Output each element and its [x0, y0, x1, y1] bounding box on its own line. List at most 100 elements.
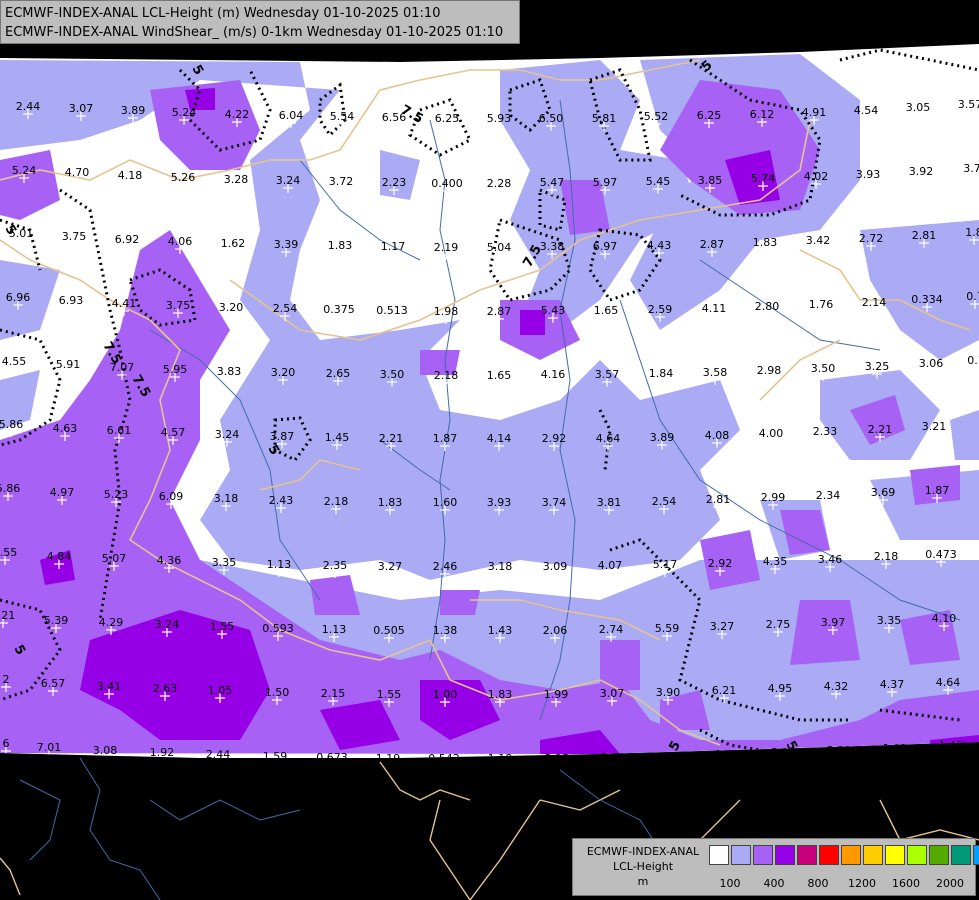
station-value: 3.57 [958, 98, 979, 111]
legend-source: ECMWF-INDEX-ANAL [586, 845, 700, 858]
legend-swatch [841, 845, 861, 865]
legend-swatch [863, 845, 883, 865]
station-value: 6.12 [750, 108, 775, 121]
station-value: 5.24 [12, 164, 37, 177]
station-value: 3.75 [62, 230, 87, 243]
station-value: 2.99 [761, 491, 786, 504]
legend-swatch [797, 845, 817, 865]
station-value: 1.84 [649, 367, 674, 380]
station-value: 6.97 [593, 240, 618, 253]
legend-swatch [973, 845, 979, 865]
station-value: 1.05 [208, 684, 233, 697]
station-value: 6.93 [59, 294, 84, 307]
legend-tick: 1200 [848, 877, 876, 890]
station-value: 3.89 [650, 431, 675, 444]
station-value: 2.18 [874, 550, 899, 563]
station-value: 1.83 [328, 239, 353, 252]
station-value: 0.593 [262, 622, 294, 635]
station-value: 0.400 [431, 177, 463, 190]
station-value: 3.93 [856, 168, 881, 181]
station-value: 1.43 [488, 624, 513, 637]
color-legend: ECMWF-INDEX-ANAL LCL-Height m 100 400 80… [572, 838, 979, 896]
station-value: 1.55 [377, 688, 402, 701]
station-value: 2.54 [273, 302, 298, 315]
station-value: 2.21 [379, 432, 404, 445]
station-value: 5.47 [540, 176, 565, 189]
station-value: 1.55 [210, 620, 235, 633]
station-value: 2.59 [648, 303, 673, 316]
legend-swatch [753, 845, 773, 865]
station-value: 3.57 [595, 368, 620, 381]
station-value: 3.06 [919, 357, 944, 370]
legend-units: m [637, 875, 649, 888]
station-value: 3.09 [543, 560, 568, 573]
station-value: 1.17 [381, 240, 406, 253]
station-value: 6.56 [382, 111, 407, 124]
station-value: 1.83 [488, 688, 513, 701]
station-value: 0.7 [966, 290, 979, 303]
station-value: 2.65 [326, 367, 351, 380]
station-value: 2.21 [868, 423, 893, 436]
station-value: 6.57 [41, 677, 66, 690]
station-value: 4.07 [598, 559, 623, 572]
station-value: 2.34 [816, 489, 841, 502]
station-value: 4.55 [2, 355, 27, 368]
legend-swatch [819, 845, 839, 865]
station-value: 1.83 [378, 496, 403, 509]
station-value: 3.92 [909, 165, 934, 178]
station-value: 3.18 [214, 492, 239, 505]
station-value: 3.05 [906, 101, 931, 114]
title-wind-shear: ECMWF-INDEX-ANAL WindShear_ (m/s) 0-1km … [5, 25, 504, 40]
title-box: ECMWF-INDEX-ANAL LCL-Height (m) Wednesda… [0, 0, 520, 44]
station-value: 3.08 [93, 744, 118, 757]
station-value: 3.27 [378, 560, 403, 573]
station-value: 6.96 [6, 291, 31, 304]
station-value: 1.8 [965, 226, 979, 239]
station-value: 4.36 [157, 554, 182, 567]
station-value: 2.98 [757, 364, 782, 377]
station-value: 3.97 [821, 616, 846, 629]
station-value: 5.01 [9, 227, 34, 240]
station-value: 4.29 [99, 616, 124, 629]
station-value: 6.92 [115, 233, 140, 246]
station-value: 2.46 [433, 560, 458, 573]
station-value: 1.45 [325, 431, 350, 444]
station-value: 4.35 [763, 555, 788, 568]
station-value: 3.35 [212, 556, 237, 569]
station-value: 5.39 [44, 614, 69, 627]
station-value: 3.41 [97, 680, 122, 693]
station-value: 3.50 [811, 362, 836, 375]
station-value: 2.23 [382, 176, 407, 189]
station-value: 3.28 [224, 173, 249, 186]
station-value: 2.92 [708, 557, 733, 570]
station-value: 4.11 [702, 302, 727, 315]
legend-swatch [929, 845, 949, 865]
station-value: 3.90 [656, 686, 681, 699]
station-value: 6.25 [435, 112, 460, 125]
station-value: 4.95 [768, 682, 793, 695]
station-value: 2.87 [487, 305, 512, 318]
station-value: 5.54 [330, 110, 355, 123]
station-value: 4.97 [50, 486, 75, 499]
station-value: 4.06 [168, 235, 193, 248]
station-value: 5.24 [172, 106, 197, 119]
station-value: 1.99 [544, 688, 569, 701]
station-value: 1.98 [434, 305, 459, 318]
legend-swatch [731, 845, 751, 865]
station-value: 2.87 [700, 238, 725, 251]
station-value: 2.14 [862, 296, 887, 309]
station-value: 4.84 [47, 550, 72, 563]
station-value: 3.75 [166, 299, 191, 312]
station-value: 4.10 [932, 612, 957, 625]
station-value: 3.24 [155, 618, 180, 631]
station-value: 5.74 [751, 172, 776, 185]
station-value: 1.13 [322, 623, 347, 636]
station-value: 5.26 [171, 171, 196, 184]
station-value: 2.92 [542, 432, 567, 445]
station-value: 4.70 [65, 166, 90, 179]
station-value: 4.02 [804, 170, 829, 183]
station-value: 3.46 [818, 553, 843, 566]
station-value: 4.16 [541, 368, 566, 381]
station-value: 3.20 [271, 366, 296, 379]
station-value: 6.04 [279, 109, 304, 122]
